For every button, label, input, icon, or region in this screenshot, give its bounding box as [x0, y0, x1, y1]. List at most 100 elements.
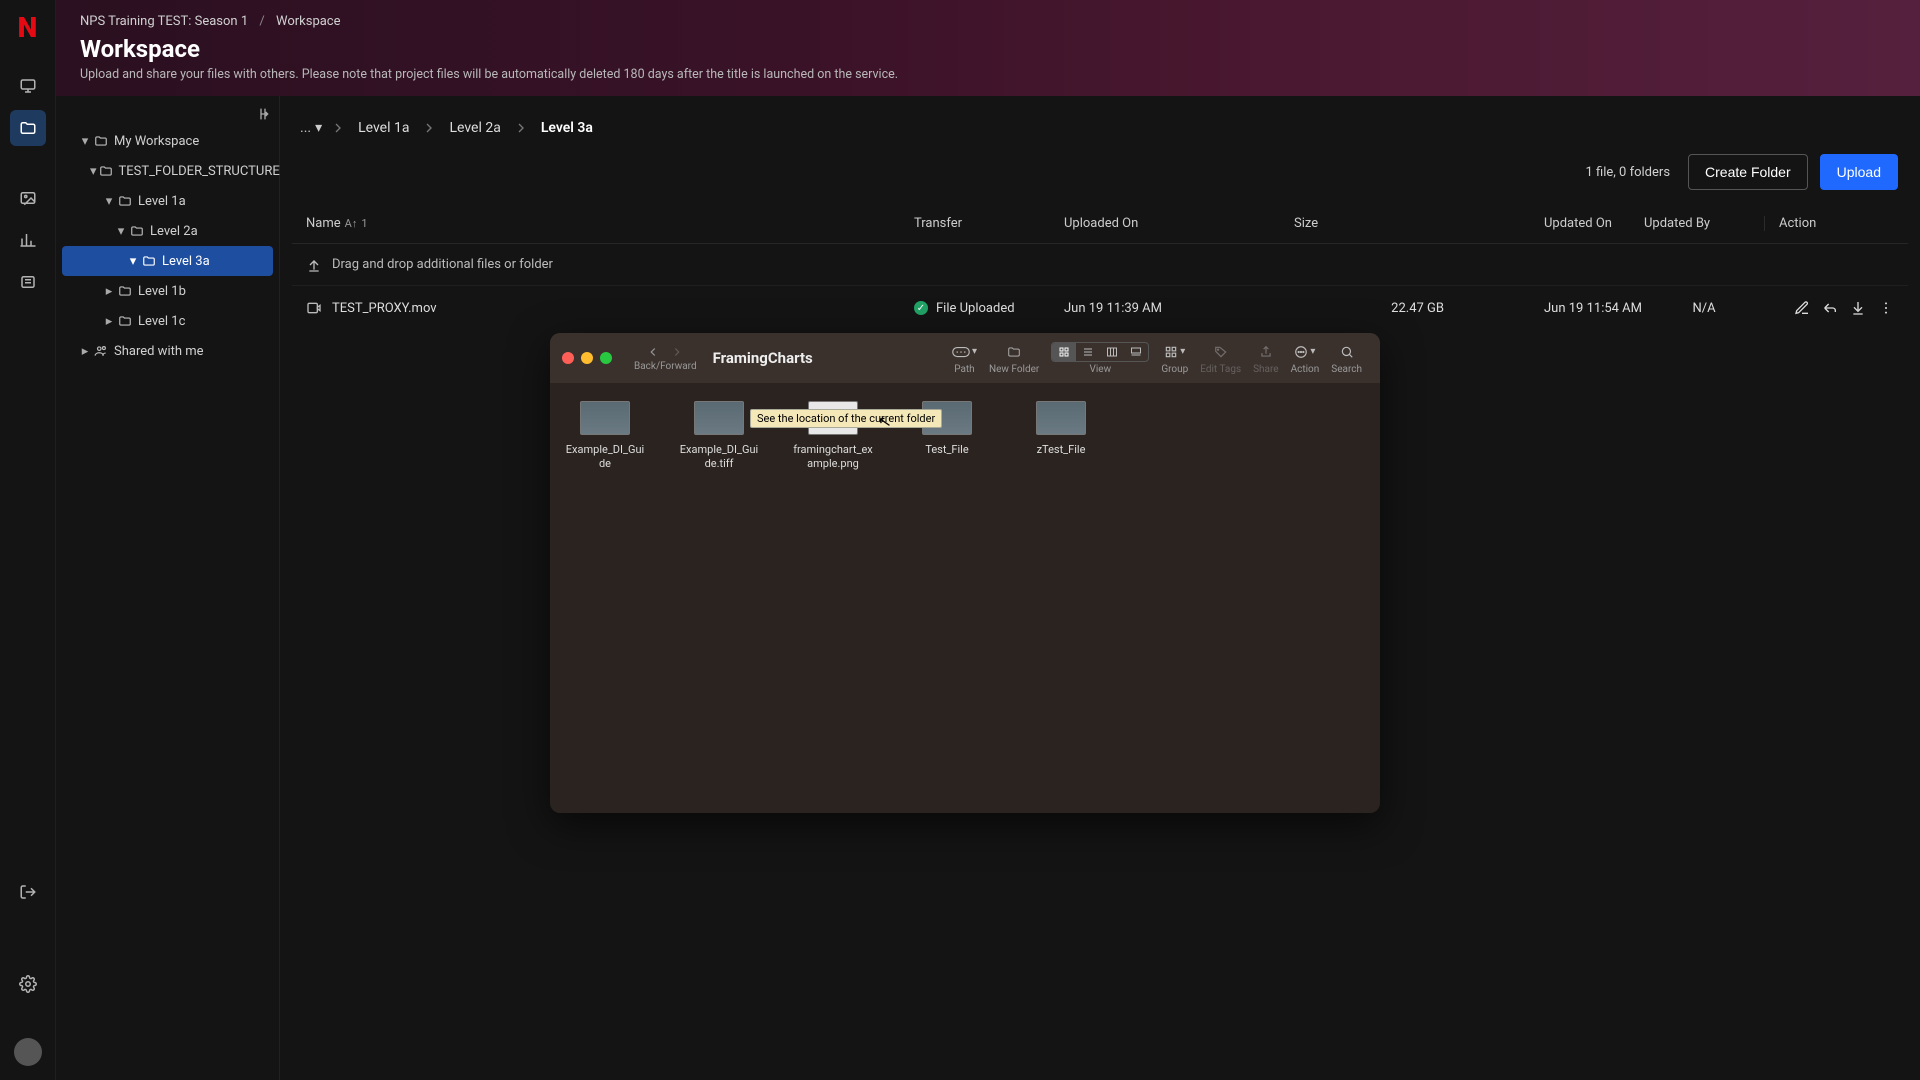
path-seg-level-3a: Level 3a: [529, 120, 605, 136]
nav-item-home[interactable]: [10, 68, 46, 104]
share-icon[interactable]: [1822, 300, 1838, 316]
header: NPS Training TEST: Season 1 / Workspace …: [56, 0, 1920, 96]
col-transfer[interactable]: Transfer: [914, 216, 1064, 231]
folder-icon: [99, 164, 113, 178]
nav-item-settings[interactable]: [10, 966, 46, 1002]
finder-tool-label: Group: [1161, 364, 1188, 375]
file-name: framingchart_example.png: [792, 443, 874, 471]
updated-on-value: Jun 19 11:54 AM: [1444, 301, 1644, 316]
file-thumbnail: [580, 401, 630, 435]
breadcrumb-separator: /: [259, 14, 264, 29]
video-icon: [306, 300, 322, 316]
upload-icon: [306, 257, 322, 273]
tree-node-shared[interactable]: ▸ Shared with me: [62, 336, 273, 366]
finder-item[interactable]: Example_DI_Guide.tiff: [678, 401, 760, 795]
path-ellipsis[interactable]: ... ▾: [292, 116, 330, 140]
finder-tool-label: Search: [1331, 364, 1362, 375]
breadcrumb-root[interactable]: NPS Training TEST: Season 1: [80, 14, 248, 29]
caret-down-icon: ▾: [114, 224, 128, 239]
col-updated-on[interactable]: Updated On: [1444, 216, 1644, 231]
tree-label: Level 3a: [162, 254, 210, 269]
finder-back-button[interactable]: [646, 345, 660, 359]
size-value: 22.47 GB: [1294, 301, 1444, 316]
col-uploaded-on[interactable]: Uploaded On: [1064, 216, 1294, 231]
tree-node-level-1a[interactable]: ▾ Level 1a: [62, 186, 273, 216]
col-updated-by[interactable]: Updated By: [1644, 216, 1764, 231]
nav-item-list[interactable]: [10, 264, 46, 300]
tree-node-level-1b[interactable]: ▸ Level 1b: [62, 276, 273, 306]
finder-tool-label: View: [1090, 364, 1112, 375]
finder-window[interactable]: Back/Forward FramingCharts ▾ Path New Fo…: [550, 333, 1380, 813]
finder-item[interactable]: Example_DI_Guide: [564, 401, 646, 795]
more-icon[interactable]: [1878, 300, 1894, 316]
path-seg-level-2a[interactable]: Level 2a: [437, 120, 512, 136]
chevron-right-icon: [513, 120, 529, 136]
finder-item[interactable]: Test_File: [906, 401, 988, 795]
col-action: Action: [1764, 216, 1894, 231]
finder-group-button[interactable]: ▾: [1164, 342, 1185, 362]
view-columns-button[interactable]: [1100, 342, 1124, 362]
nav-item-analytics[interactable]: [10, 222, 46, 258]
chart-icon: [19, 231, 37, 249]
folder-icon: [118, 194, 132, 208]
create-folder-button[interactable]: Create Folder: [1688, 154, 1808, 190]
path-bar: ... ▾ Level 1a Level 2a Level 3a: [292, 110, 1908, 146]
nav-item-logout[interactable]: [10, 874, 46, 910]
caret-down-icon: ▾: [102, 194, 116, 209]
tree-node-test-folder[interactable]: ▾ TEST_FOLDER_STRUCTURE: [62, 156, 273, 186]
dropzone-row[interactable]: Drag and drop additional files or folder: [292, 244, 1908, 286]
caret-right-icon: ▸: [78, 344, 92, 359]
ellipsis-label: ...: [300, 120, 311, 136]
check-icon: ✓: [914, 301, 928, 315]
download-icon[interactable]: [1850, 300, 1866, 316]
finder-tool-label: Edit Tags: [1200, 364, 1241, 375]
finder-forward-button[interactable]: [670, 345, 684, 359]
nav-item-workspace[interactable]: [10, 110, 46, 146]
gear-icon: [19, 975, 37, 993]
collapse-sidebar-icon[interactable]: [255, 106, 271, 122]
caret-right-icon: ▸: [102, 284, 116, 299]
edit-icon[interactable]: [1794, 300, 1810, 316]
view-gallery-button[interactable]: [1124, 342, 1148, 362]
finder-tool-label: Action: [1291, 364, 1320, 375]
close-window-button[interactable]: [562, 352, 574, 364]
tree-label: Level 1a: [138, 194, 186, 209]
finder-body[interactable]: See the location of the current folder ↖…: [550, 383, 1380, 813]
finder-item[interactable]: zTest_File: [1020, 401, 1102, 795]
window-traffic-lights: [562, 352, 612, 364]
nav-item-media[interactable]: [10, 180, 46, 216]
finder-share-button: [1259, 342, 1273, 362]
zoom-window-button[interactable]: [600, 352, 612, 364]
file-table: Name A↑ 1 Transfer Uploaded On Size Upda…: [292, 204, 1908, 330]
table-row[interactable]: TEST_PROXY.mov ✓ File Uploaded Jun 19 11…: [292, 286, 1908, 330]
app-logo[interactable]: N: [12, 12, 44, 44]
finder-item[interactable]: framingchart_example.png: [792, 401, 874, 795]
finder-new-folder-button[interactable]: [1005, 342, 1023, 362]
list-icon: [19, 273, 37, 291]
view-list-button[interactable]: [1076, 342, 1100, 362]
finder-action-button[interactable]: ▾: [1294, 342, 1315, 362]
tree-label: Level 2a: [150, 224, 198, 239]
user-avatar[interactable]: [14, 1038, 42, 1066]
finder-view-segmented: [1051, 342, 1149, 362]
tree-node-level-1c[interactable]: ▸ Level 1c: [62, 306, 273, 336]
minimize-window-button[interactable]: [581, 352, 593, 364]
finder-nav-label: Back/Forward: [634, 361, 697, 372]
toolbar-row: 1 file, 0 folders Create Folder Upload: [292, 146, 1908, 198]
path-seg-level-1a[interactable]: Level 1a: [346, 120, 421, 136]
col-size[interactable]: Size: [1294, 216, 1444, 231]
finder-title: FramingCharts: [713, 349, 813, 367]
view-icons-button[interactable]: [1052, 342, 1076, 362]
sort-icon: A↑: [345, 217, 358, 230]
tree-node-my-workspace[interactable]: ▾ My Workspace: [62, 126, 273, 156]
finder-search-button[interactable]: [1340, 342, 1354, 362]
finder-path-button[interactable]: ▾: [952, 342, 977, 362]
file-name: zTest_File: [1037, 443, 1086, 457]
upload-button[interactable]: Upload: [1820, 154, 1898, 190]
file-name: Test_File: [925, 443, 968, 457]
tree-node-level-2a[interactable]: ▾ Level 2a: [62, 216, 273, 246]
caret-down-icon: ▾: [90, 164, 97, 179]
tree-node-level-3a[interactable]: ▾ Level 3a: [62, 246, 273, 276]
col-name[interactable]: Name A↑ 1: [306, 216, 914, 231]
users-icon: [94, 344, 108, 358]
